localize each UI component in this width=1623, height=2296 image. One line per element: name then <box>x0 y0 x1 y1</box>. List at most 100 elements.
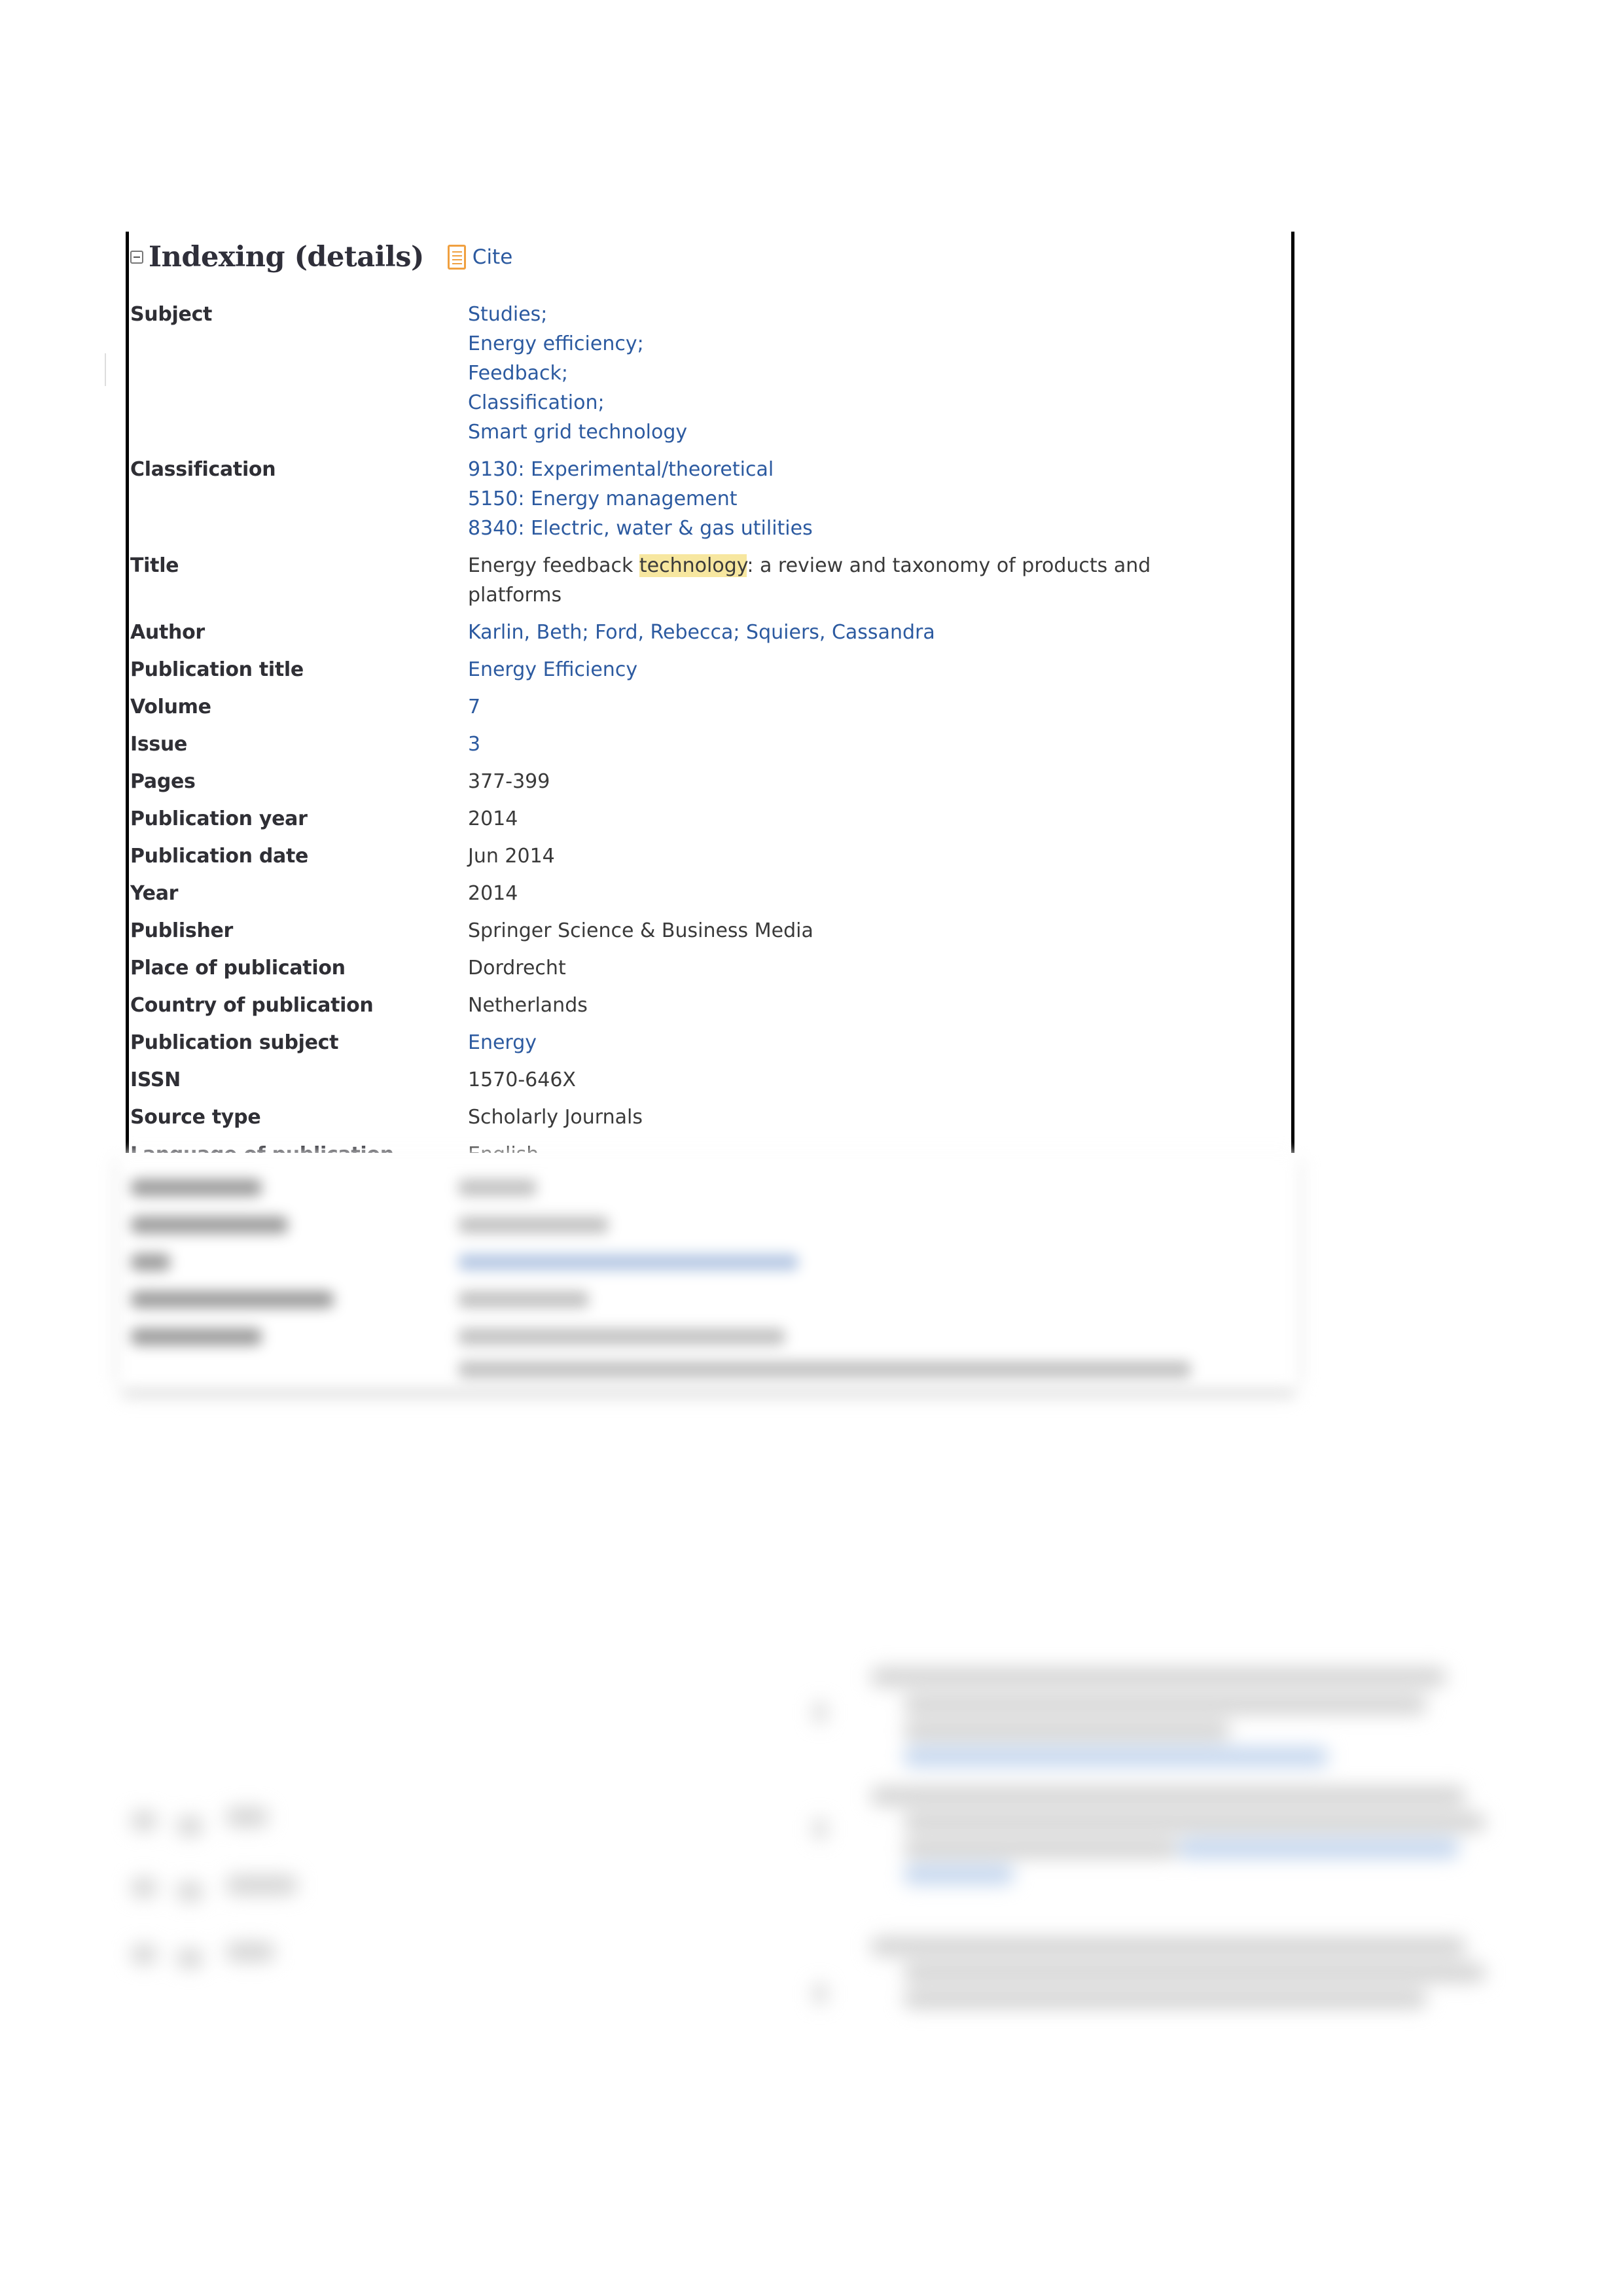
subject-link[interactable]: Studies; <box>468 300 1200 329</box>
field-label: Author <box>130 621 205 644</box>
section-title: Indexing (details) <box>149 241 424 274</box>
cite-button[interactable]: Cite <box>447 245 512 270</box>
blurred-text <box>903 1695 1427 1714</box>
field-row-year: Year 2014 <box>130 879 1291 908</box>
field-label: Title <box>130 554 179 577</box>
blurred-value <box>458 1361 1191 1378</box>
classification-link[interactable]: 5150: Energy management <box>468 484 1200 514</box>
title-text: Energy feedback <box>468 554 639 577</box>
field-value: Scholarly Journals <box>468 1106 643 1129</box>
author-separator: ; <box>733 621 747 644</box>
blurred-label <box>131 1216 288 1233</box>
blurred-number <box>814 1983 826 2005</box>
blurred-text <box>903 1989 1427 2009</box>
blurred-text <box>226 1942 275 1962</box>
author-link[interactable]: Karlin, Beth <box>468 621 582 644</box>
author-link[interactable]: Squiers, Cassandra <box>746 621 935 644</box>
field-row-country-of-publication: Country of publication Netherlands <box>130 991 1291 1020</box>
field-value: Dordrecht <box>468 957 566 980</box>
field-row-publisher: Publisher Springer Science & Business Me… <box>130 916 1291 945</box>
subject-link[interactable]: Energy efficiency; <box>468 329 1200 359</box>
document-lines-icon <box>447 245 466 270</box>
blurred-text <box>870 1786 1466 1806</box>
field-label: Publisher <box>130 919 234 942</box>
blurred-text <box>903 1812 1486 1832</box>
blurred-text <box>870 1937 1466 1956</box>
field-label: ISSN <box>130 1069 181 1091</box>
title-value: Energy feedback technology: a review and… <box>468 551 1291 610</box>
subject-values: Studies; Energy efficiency; Feedback; Cl… <box>468 300 1291 447</box>
field-label: Place of publication <box>130 957 346 980</box>
blurred-label <box>131 1291 334 1308</box>
field-label: Publication title <box>130 658 304 681</box>
field-label: Classification <box>130 458 276 481</box>
field-row-publication-title: Publication title Energy Efficiency <box>130 655 1291 684</box>
field-label: Country of publication <box>130 994 374 1017</box>
author-values: Karlin, Beth; Ford, Rebecca; Squiers, Ca… <box>468 618 1291 647</box>
field-label: Subject <box>130 303 213 326</box>
section-header: Indexing (details) Cite <box>130 241 512 274</box>
author-link[interactable]: Ford, Rebecca <box>595 621 733 644</box>
field-label: Publication subject <box>130 1031 339 1054</box>
field-row-issue: Issue 3 <box>130 730 1291 759</box>
field-value: 1570-646X <box>468 1069 576 1091</box>
field-row-source-type: Source type Scholarly Journals <box>130 1103 1291 1132</box>
blurred-icon <box>131 1811 157 1831</box>
issue-link[interactable]: 3 <box>468 730 1200 759</box>
publication-subject-link[interactable]: Energy <box>468 1028 1200 1057</box>
subject-link[interactable]: Feedback; <box>468 359 1200 388</box>
field-row-issn: ISSN 1570-646X <box>130 1065 1291 1095</box>
author-separator: ; <box>582 621 596 644</box>
search-term-highlight: technology <box>639 554 747 577</box>
blurred-left-list <box>118 1793 340 1989</box>
blurred-text <box>903 1963 1486 1983</box>
field-label: Language of publication <box>130 1140 468 1153</box>
blurred-text <box>226 1807 268 1827</box>
blurred-icon <box>131 1878 157 1898</box>
indexing-details-panel: Indexing (details) Cite Subject Studies;… <box>126 232 1294 1153</box>
field-label: Volume <box>130 696 211 718</box>
classification-link[interactable]: 8340: Electric, water & gas utilities <box>468 514 1200 543</box>
blurred-label <box>131 1328 262 1345</box>
field-row-publication-date: Publication date Jun 2014 <box>130 841 1291 871</box>
blurred-value <box>458 1291 589 1308</box>
field-row-publication-subject: Publication subject Energy <box>130 1028 1291 1057</box>
blurred-value <box>458 1328 785 1345</box>
blurred-value <box>458 1179 537 1196</box>
field-label: Publication year <box>130 807 308 830</box>
field-label: Year <box>130 882 179 905</box>
blurred-citation-list <box>805 1649 1512 2068</box>
field-value: Springer Science & Business Media <box>468 919 813 942</box>
field-row-place-of-publication: Place of publication Dordrecht <box>130 953 1291 983</box>
field-row-classification: Classification 9130: Experimental/theore… <box>130 455 1291 543</box>
subject-link[interactable]: Classification; <box>468 388 1200 417</box>
blurred-link <box>903 1747 1329 1767</box>
field-value: 2014 <box>468 882 518 905</box>
blurred-number <box>814 1818 826 1840</box>
blurred-link <box>458 1254 798 1271</box>
blurred-icon <box>177 1949 203 1968</box>
blurred-text <box>903 1839 1178 1858</box>
blurred-value <box>458 1216 609 1233</box>
blurred-icon <box>177 1816 203 1836</box>
field-row-title: Title Energy feedback technology: a revi… <box>130 551 1291 610</box>
field-value: Jun 2014 <box>468 845 555 868</box>
blurred-number <box>814 1701 826 1723</box>
field-row-language-of-publication: Language of publication English <box>130 1140 1291 1153</box>
classification-link[interactable]: 9130: Experimental/theoretical <box>468 455 1200 484</box>
field-value: English <box>468 1140 1291 1153</box>
volume-link[interactable]: 7 <box>468 692 1200 722</box>
field-row-author: Author Karlin, Beth; Ford, Rebecca; Squi… <box>130 618 1291 647</box>
publication-title-link[interactable]: Energy Efficiency <box>468 655 1200 684</box>
blurred-text <box>903 1721 1230 1740</box>
blurred-text <box>226 1875 298 1895</box>
field-value: Netherlands <box>468 994 588 1017</box>
blurred-link <box>1178 1839 1459 1858</box>
blurred-icon <box>131 1945 157 1964</box>
left-margin-mark <box>105 353 106 386</box>
blurred-table-continuation <box>118 1153 1299 1388</box>
collapse-minus-icon[interactable] <box>130 251 143 264</box>
field-row-pages: Pages 377-399 <box>130 767 1291 796</box>
subject-link[interactable]: Smart grid technology <box>468 417 1200 447</box>
blurred-label <box>131 1254 170 1271</box>
